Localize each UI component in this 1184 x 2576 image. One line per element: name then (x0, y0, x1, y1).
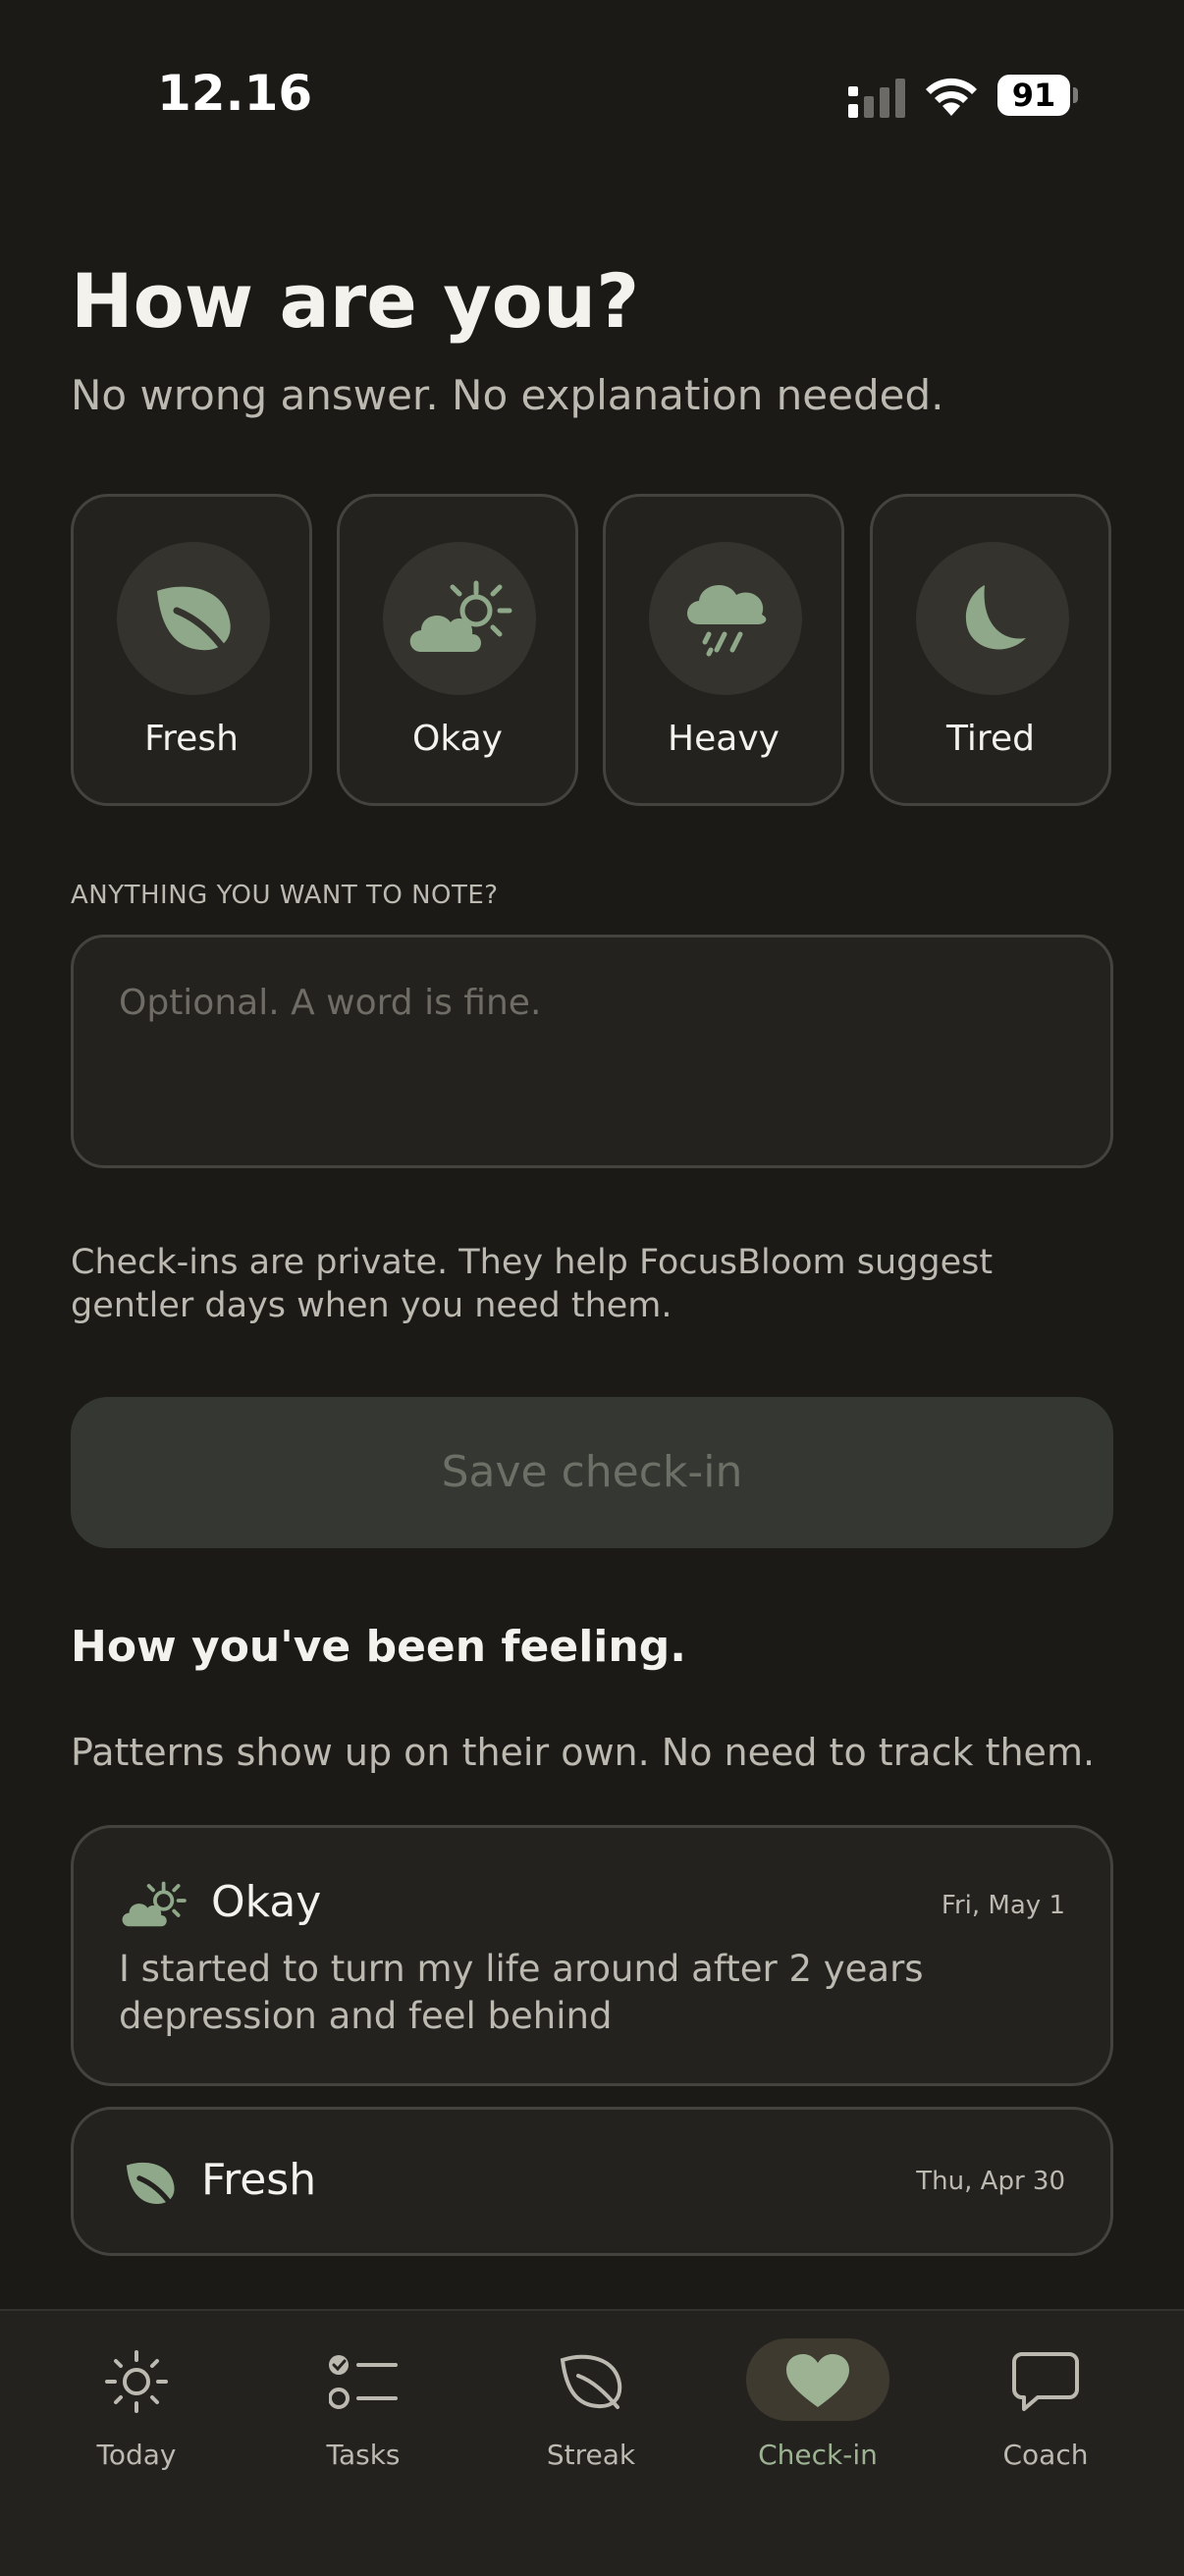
mood-label: Fresh (144, 719, 239, 759)
tab-label: Today (96, 2439, 177, 2471)
battery-icon: 91 (997, 75, 1078, 116)
entry-date: Fri, May 1 (941, 1891, 1065, 1920)
tab-label: Coach (1002, 2439, 1089, 2471)
chat-bubble-icon (1006, 2346, 1085, 2417)
mood-label: Tired (946, 719, 1035, 759)
tab-label: Check-in (758, 2439, 878, 2471)
partly-cloudy-icon (122, 1881, 187, 1927)
save-check-in-button[interactable]: Save check-in (71, 1397, 1113, 1548)
history-subtitle: Patterns show up on their own. No need t… (71, 1731, 1096, 1774)
privacy-text: Check-ins are private. They help FocusBl… (71, 1243, 994, 1325)
mood-icon-circle (383, 542, 536, 695)
mood-icon-circle (117, 542, 270, 695)
tab-label: Tasks (326, 2439, 401, 2471)
entry-note: I started to turn my life around after 2… (119, 1948, 924, 2037)
status-time: 12.16 (157, 65, 313, 122)
checklist-icon (324, 2346, 403, 2417)
leaf-outline-icon (552, 2346, 630, 2417)
tab-tasks[interactable]: Tasks (265, 2311, 461, 2507)
partly-cloudy-icon (409, 580, 512, 652)
note-label: ANYTHING YOU WANT TO NOTE? (71, 881, 499, 910)
mood-option-fresh[interactable]: Fresh (71, 494, 312, 806)
moon-icon (965, 585, 1026, 650)
page-title: How are you? (71, 257, 640, 345)
mood-label: Heavy (668, 719, 780, 759)
tab-bar: Today Tasks Streak Check-in Coach (0, 2309, 1184, 2576)
leaf-icon (126, 2162, 175, 2208)
entry-date: Thu, Apr 30 (916, 2167, 1065, 2196)
history-title: How you've been feeling. (71, 1622, 686, 1672)
sun-icon (97, 2346, 176, 2417)
mood-icon-circle (649, 542, 802, 695)
mood-option-heavy[interactable]: Heavy (603, 494, 844, 806)
entry-mood: Fresh (201, 2155, 317, 2205)
history-entry[interactable]: Fresh Thu, Apr 30 (71, 2107, 1113, 2256)
battery-level: 91 (1011, 77, 1056, 114)
page-subtitle: No wrong answer. No explanation needed. (71, 371, 944, 419)
mood-option-okay[interactable]: Okay (337, 494, 578, 806)
wifi-icon (926, 78, 977, 116)
tab-check-in[interactable]: Check-in (720, 2311, 916, 2507)
heart-icon (779, 2346, 857, 2417)
cellular-signal-icon (848, 79, 905, 118)
tab-streak[interactable]: Streak (493, 2311, 689, 2507)
tab-label: Streak (546, 2439, 636, 2471)
tab-coach[interactable]: Coach (947, 2311, 1144, 2507)
tab-today[interactable]: Today (38, 2311, 235, 2507)
mood-option-tired[interactable]: Tired (870, 494, 1111, 806)
mood-icon-circle (916, 542, 1069, 695)
entry-mood: Okay (211, 1877, 322, 1927)
rain-cloud-icon (687, 584, 767, 657)
note-input[interactable] (71, 935, 1113, 1168)
leaf-icon (157, 586, 231, 656)
history-entry[interactable]: Okay Fri, May 1 I started to turn my lif… (71, 1825, 1113, 2086)
mood-label: Okay (412, 719, 503, 759)
